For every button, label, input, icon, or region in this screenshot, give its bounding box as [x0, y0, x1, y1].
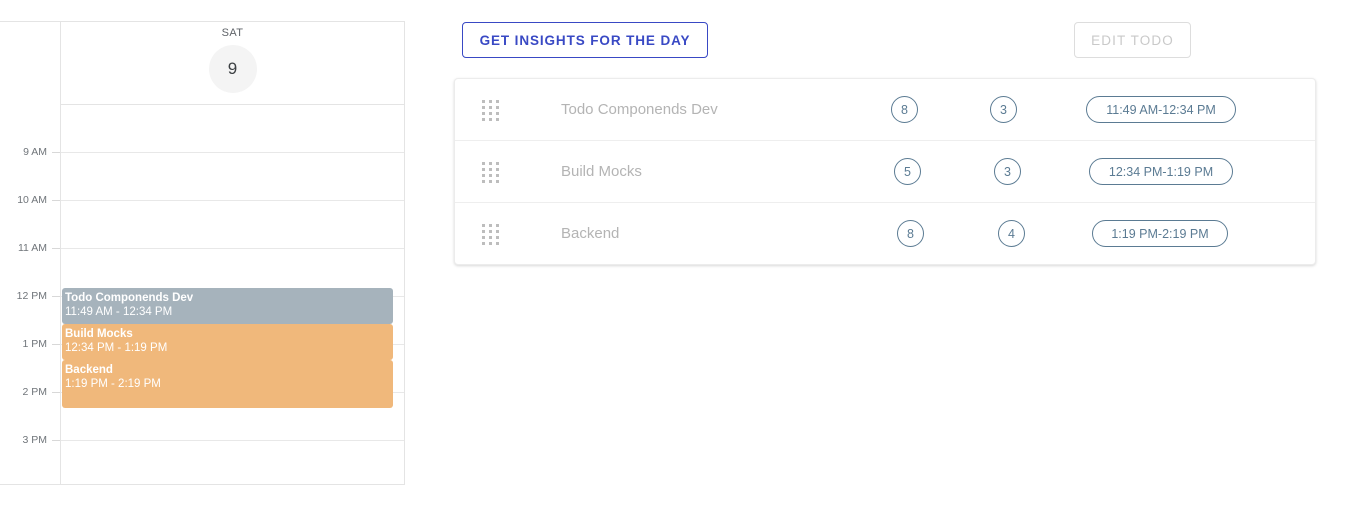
calendar-hour-tick — [52, 440, 60, 441]
calendar-hour-label: 10 AM — [17, 194, 47, 206]
calendar-hour-tick — [52, 200, 60, 201]
calendar-event-time: 11:49 AM - 12:34 PM — [65, 306, 173, 318]
calendar-hour-label: 12 PM — [16, 290, 47, 302]
calendar-event-title: Backend — [65, 364, 113, 376]
calendar-event-title: Build Mocks — [65, 328, 133, 340]
table-row[interactable]: Build Mocks 5 3 12:34 PM-1:19 PM — [455, 141, 1315, 203]
calendar-day-name: SAT — [221, 27, 244, 39]
calendar-hour-tick — [52, 392, 60, 393]
calendar-hour-gridline — [61, 200, 404, 201]
calendar-event-time: 1:19 PM - 2:19 PM — [65, 378, 161, 390]
calendar-event[interactable]: Build Mocks 12:34 PM - 1:19 PM — [62, 324, 393, 360]
todo-item-label: Backend — [561, 225, 620, 242]
todo-time-range-chip[interactable]: 1:19 PM-2:19 PM — [1092, 220, 1228, 247]
calendar-day-number[interactable]: 9 — [208, 45, 257, 93]
calendar-hour-tick — [52, 344, 60, 345]
calendar-time-gutter: 9 AM 10 AM 11 AM 12 PM 1 PM 2 PM 3 PM — [0, 22, 61, 484]
calendar-hour-gridline — [61, 440, 404, 441]
calendar-event[interactable]: Backend 1:19 PM - 2:19 PM — [62, 360, 393, 408]
todo-priority-badge[interactable]: 8 — [891, 96, 918, 123]
calendar-hour-gridline — [61, 248, 404, 249]
todo-item-label: Todo Componends Dev — [561, 101, 718, 118]
get-insights-button[interactable]: GET INSIGHTS FOR THE DAY — [462, 22, 708, 58]
todo-effort-badge[interactable]: 3 — [990, 96, 1017, 123]
calendar-event-title: Todo Componends Dev — [65, 292, 194, 304]
drag-handle-icon[interactable] — [482, 223, 499, 245]
calendar-hour-tick — [52, 296, 60, 297]
calendar-hour-tick — [52, 248, 60, 249]
calendar-day-header: SAT 9 — [61, 22, 404, 105]
todo-time-range-chip[interactable]: 11:49 AM-12:34 PM — [1086, 96, 1236, 123]
calendar-hour-label: 9 AM — [23, 146, 47, 158]
calendar-day-view: 9 AM 10 AM 11 AM 12 PM 1 PM 2 PM 3 PM SAT 9 To… — [0, 21, 405, 485]
app-root: 9 AM 10 AM 11 AM 12 PM 1 PM 2 PM 3 PM SAT 9 To… — [0, 0, 1362, 518]
todo-item-label: Build Mocks — [561, 163, 642, 180]
drag-handle-icon[interactable] — [482, 99, 499, 121]
table-row[interactable]: Todo Componends Dev 8 3 11:49 AM-12:34 PM — [455, 79, 1315, 141]
table-row[interactable]: Backend 8 4 1:19 PM-2:19 PM — [455, 203, 1315, 264]
edit-todo-button[interactable]: EDIT TODO — [1074, 22, 1191, 58]
calendar-hour-tick — [52, 152, 60, 153]
calendar-hour-gridline — [61, 152, 404, 153]
calendar-day-column[interactable]: SAT 9 Todo Componends Dev 11:49 AM - 12:3… — [61, 22, 404, 484]
calendar-hour-label: 11 AM — [18, 242, 47, 254]
todo-effort-badge[interactable]: 4 — [998, 220, 1025, 247]
calendar-hour-label: 3 PM — [22, 434, 47, 446]
todo-list-card: Todo Componends Dev 8 3 11:49 AM-12:34 PM Bu… — [454, 78, 1316, 265]
calendar-hour-label: 1 PM — [22, 338, 47, 350]
todo-priority-badge[interactable]: 5 — [894, 158, 921, 185]
calendar-hour-label: 2 PM — [22, 386, 47, 398]
calendar-event[interactable]: Todo Componends Dev 11:49 AM - 12:34 PM — [62, 288, 393, 324]
todo-effort-badge[interactable]: 3 — [994, 158, 1021, 185]
calendar-event-time: 12:34 PM - 1:19 PM — [65, 342, 168, 354]
todo-time-range-chip[interactable]: 12:34 PM-1:19 PM — [1089, 158, 1233, 185]
todo-priority-badge[interactable]: 8 — [897, 220, 924, 247]
drag-handle-icon[interactable] — [482, 161, 499, 183]
